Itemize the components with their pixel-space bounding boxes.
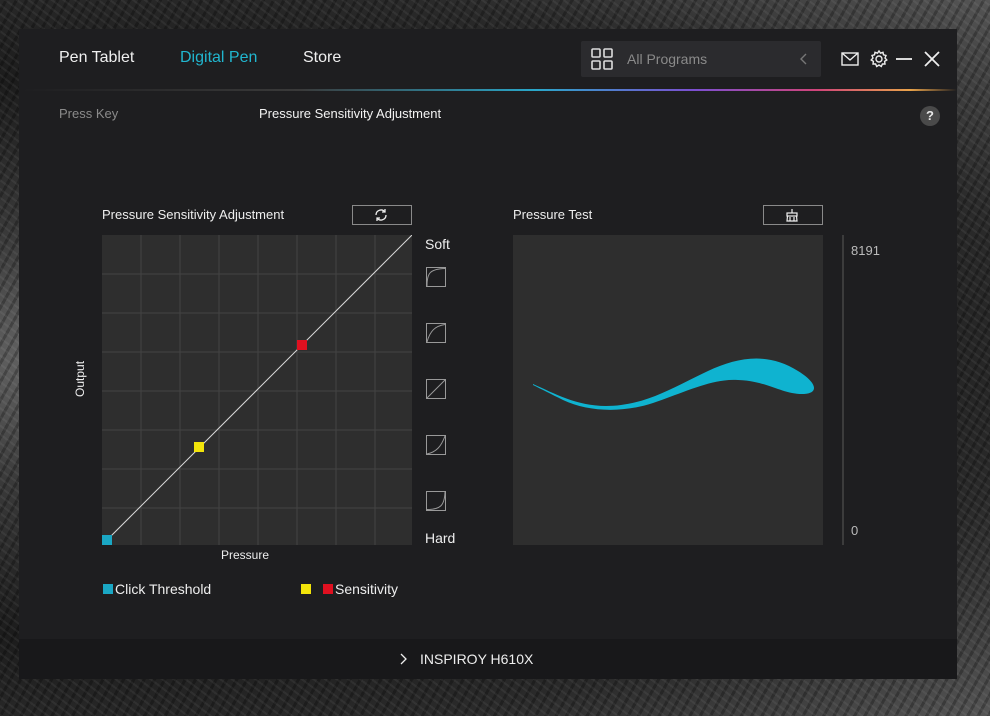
pressure-test-title: Pressure Test: [513, 207, 593, 222]
sensitivity-high-handle[interactable]: [297, 340, 307, 350]
tab-store[interactable]: Store: [303, 49, 341, 67]
soft-label: Soft: [425, 236, 450, 252]
pressure-level-bar: [842, 235, 844, 545]
pressure-min-label: 0: [851, 523, 859, 538]
refresh-icon: [375, 209, 387, 221]
header: Pen Tablet Digital Pen Store All Program…: [19, 29, 957, 89]
clear-test-button[interactable]: [763, 205, 823, 225]
close-icon[interactable]: [922, 49, 942, 69]
test-stroke: [533, 358, 815, 410]
sensitivity-legend: Sensitivity: [335, 581, 399, 597]
subtab-press-key[interactable]: Press Key: [59, 106, 118, 121]
pressure-max-label: 8191: [851, 243, 880, 258]
device-footer: INSPIROY H610X: [19, 639, 957, 679]
hard-label: Hard: [425, 530, 456, 546]
grid-icon: [591, 48, 613, 70]
reset-curve-button[interactable]: [352, 205, 412, 225]
program-selector-label: All Programs: [627, 51, 708, 67]
soft-curve-1-icon[interactable]: [426, 267, 446, 287]
soft-curve-2-icon[interactable]: [426, 323, 446, 343]
sensitivity-low-swatch: [301, 584, 311, 594]
click-threshold-swatch: [103, 584, 113, 594]
y-axis-label: Output: [73, 360, 87, 397]
chevron-left-icon[interactable]: [795, 50, 813, 68]
tab-digital-pen[interactable]: Digital Pen: [180, 49, 257, 67]
chevron-right-icon[interactable]: [399, 653, 409, 665]
broom-icon: [786, 209, 798, 222]
sensitivity-low-handle[interactable]: [194, 442, 204, 452]
hard-curve-1-icon[interactable]: [426, 435, 446, 455]
pressure-curve-line: [105, 235, 412, 542]
click-threshold-handle[interactable]: [102, 535, 112, 545]
pressure-panel-title: Pressure Sensitivity Adjustment: [102, 207, 285, 222]
click-threshold-legend: Click Threshold: [115, 581, 212, 597]
linear-curve-icon[interactable]: [426, 379, 446, 399]
pressure-curve-graph[interactable]: [102, 235, 412, 545]
device-name[interactable]: INSPIROY H610X: [420, 651, 533, 667]
sensitivity-high-swatch: [323, 584, 333, 594]
minimize-icon[interactable]: [894, 49, 914, 69]
pressure-test-canvas[interactable]: [513, 235, 823, 545]
tab-pen-tablet[interactable]: Pen Tablet: [59, 49, 134, 67]
subtab-pressure-sensitivity[interactable]: Pressure Sensitivity Adjustment: [259, 106, 441, 121]
mail-icon[interactable]: [840, 49, 860, 69]
help-button[interactable]: ?: [920, 106, 940, 126]
header-divider: [19, 89, 957, 91]
x-axis-label: Pressure: [221, 548, 270, 562]
program-selector[interactable]: All Programs: [581, 41, 821, 77]
app-window: Pen Tablet Digital Pen Store All Program…: [19, 29, 957, 679]
hard-curve-2-icon[interactable]: [426, 491, 446, 511]
gear-icon[interactable]: [869, 49, 889, 69]
